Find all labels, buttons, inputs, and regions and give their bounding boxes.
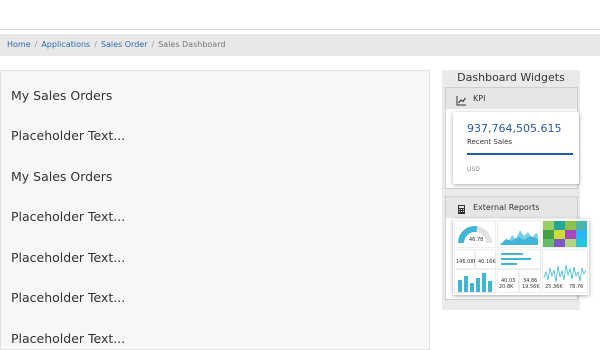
kpi-value: 937,764,505.615 xyxy=(467,122,562,135)
external-reports-title: External Reports xyxy=(473,203,540,212)
dashboard-widgets-title: Dashboard Widgets xyxy=(457,71,565,84)
gauge-chart-icon xyxy=(458,226,492,244)
kpi-widget[interactable]: KPI 937,764,505.615 Recent Sales USD xyxy=(445,87,579,189)
report-area-tile xyxy=(497,220,541,248)
report-number: 78.76 xyxy=(569,284,584,290)
kpi-card[interactable]: 937,764,505.615 Recent Sales USD xyxy=(453,112,579,184)
my-sales-orders-link[interactable]: My Sales Orders xyxy=(11,169,112,184)
kpi-widget-header: KPI xyxy=(446,88,577,109)
placeholder-item[interactable]: Placeholder Text... xyxy=(11,128,125,143)
breadcrumb-current: Sales Dashboard xyxy=(158,40,226,49)
breadcrumb-separator: / xyxy=(151,40,155,49)
heatmap-icon xyxy=(543,221,587,247)
report-number-row: 20.8K 19.56K 25.36K 78.76 xyxy=(452,283,588,295)
report-number: 40.16K xyxy=(478,259,496,265)
report-number: 146.08K xyxy=(456,259,477,265)
kpi-unit: USD xyxy=(467,166,480,173)
report-number: 25.36K xyxy=(545,284,563,290)
placeholder-item[interactable]: Placeholder Text... xyxy=(11,331,125,346)
placeholder-item[interactable]: Placeholder Text... xyxy=(11,290,125,305)
report-gauge-tile: 46.78 xyxy=(454,220,496,248)
breadcrumb: Home / Applications / Sales Order / Sales Dash… xyxy=(0,34,600,56)
placeholder-item[interactable]: Placeholder Text... xyxy=(11,209,125,224)
breadcrumb-separator: / xyxy=(34,40,38,49)
report-kpi-tile: 146.08K xyxy=(454,249,477,269)
report-number: 20.8K xyxy=(499,284,514,290)
kpi-progress-bar xyxy=(467,153,573,155)
area-chart-icon xyxy=(500,230,538,245)
my-sales-orders-link[interactable]: My Sales Orders xyxy=(11,88,112,103)
bar-lines-icon xyxy=(501,253,531,265)
top-bar xyxy=(0,0,600,30)
line-chart-icon xyxy=(456,93,467,106)
calculator-icon xyxy=(456,202,467,214)
breadcrumb-sales-order[interactable]: Sales Order xyxy=(101,40,148,49)
kpi-label: Recent Sales xyxy=(467,138,513,146)
report-bar-tile xyxy=(497,249,541,269)
gauge-value: 46.78 xyxy=(469,237,484,243)
external-reports-header: External Reports xyxy=(446,197,577,218)
main-panel: My Sales Orders Placeholder Text... My S… xyxy=(0,70,430,350)
report-kpi-tile: 40.16K xyxy=(475,249,496,269)
breadcrumb-applications[interactable]: Applications xyxy=(41,40,90,49)
kpi-widget-title: KPI xyxy=(473,94,486,103)
dashboard-widgets-panel: Dashboard Widgets KPI 937,764,505.615 Re… xyxy=(442,70,589,310)
placeholder-item[interactable]: Placeholder Text... xyxy=(11,250,125,265)
breadcrumb-separator: / xyxy=(94,40,97,49)
report-number: 19.56K xyxy=(522,284,540,290)
breadcrumb-home[interactable]: Home xyxy=(7,40,31,49)
report-heatmap-tile xyxy=(542,220,588,248)
